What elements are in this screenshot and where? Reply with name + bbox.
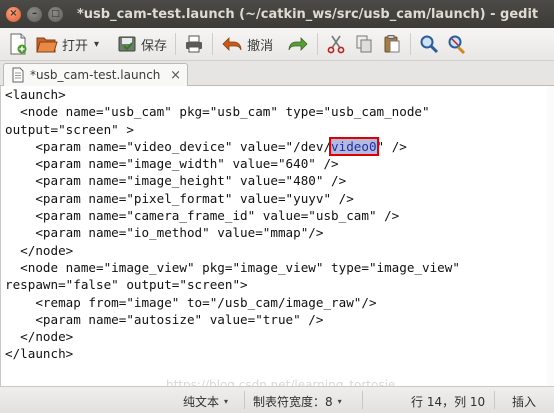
toolbar-separator [175, 33, 177, 55]
text-editor[interactable]: <launch> <node name="usb_cam" pkg="usb_c… [0, 86, 554, 386]
code-line: respawn="false" output="screen"> [5, 277, 248, 293]
window-close-button[interactable]: × [6, 6, 21, 22]
save-button[interactable]: 保存 [113, 30, 171, 58]
code-line: </node> [5, 329, 74, 345]
save-icon [118, 36, 136, 52]
code-line: <param name="camera_frame_id" value="usb… [5, 208, 400, 224]
code-line: <param name="pixel_format" value="yuyv" … [5, 190, 354, 206]
window-minimize-button[interactable]: – [27, 6, 42, 22]
insert-mode-label: 插入 [512, 395, 537, 409]
new-document-button[interactable] [4, 30, 32, 58]
window-maximize-button[interactable]: □ [48, 6, 63, 22]
save-label: 保存 [141, 38, 168, 54]
code-line-text: " /> [376, 138, 407, 154]
chevron-down-icon: ▾ [224, 397, 229, 406]
code-line: </launch> [5, 346, 74, 362]
toolbar-separator [410, 33, 412, 55]
language-label: 纯文本 [183, 395, 220, 409]
chevron-down-icon: ▾ [94, 38, 100, 50]
new-document-icon [10, 33, 27, 55]
status-separator [244, 391, 245, 409]
watermark: https://blog.csdn.net/learning_tortosie [166, 378, 396, 386]
undo-button[interactable]: 撤消 [217, 30, 277, 58]
status-separator [494, 391, 495, 409]
cut-button[interactable] [322, 30, 350, 58]
find-replace-icon [448, 35, 466, 54]
search-button[interactable] [415, 30, 443, 58]
code-line: <param name="video_device" value="/dev/v… [5, 136, 460, 156]
copy-icon [356, 35, 372, 53]
code-line: <param name="image_width" value="640" /> [5, 156, 339, 172]
tab-close-icon[interactable]: × [170, 68, 181, 83]
toolbar-separator [212, 33, 214, 55]
code-line: <remap from="image" to="/usb_cam/image_r… [5, 294, 377, 310]
replace-button[interactable] [443, 30, 471, 58]
code-line: <node name="usb_cam" pkg="usb_cam" type=… [5, 104, 430, 120]
redo-button[interactable] [283, 30, 313, 58]
code-line: </node> [5, 242, 74, 258]
cursor-position: 行 14，列 10 [411, 393, 485, 410]
code-line: <launch> [5, 87, 66, 102]
folder-open-icon [36, 37, 58, 53]
tab-bar: *usb_cam-test.launch × [0, 61, 554, 86]
selected-text-highlight: video0 [329, 136, 379, 156]
title-bar: × – □ *usb_cam-test.launch (~/catkin_ws/… [0, 0, 554, 28]
code-line-text: <param name="video_device" value="/dev/ [5, 138, 332, 154]
copy-button[interactable] [350, 30, 378, 58]
window-title: *usb_cam-test.launch (~/catkin_ws/src/us… [77, 6, 539, 22]
print-button[interactable] [180, 30, 208, 58]
maximize-icon: □ [51, 8, 60, 19]
language-selector[interactable]: 纯文本 ▾ [183, 393, 228, 410]
scissors-icon [327, 35, 345, 54]
code-line: output="screen" > [5, 121, 134, 137]
paste-icon [384, 35, 400, 53]
close-icon: × [9, 8, 18, 19]
tab-width-label: 制表符宽度：8 [253, 395, 333, 409]
status-separator [362, 391, 363, 409]
open-button[interactable]: 打开 ▾ [32, 30, 103, 58]
search-icon [420, 35, 439, 54]
code-line: <node name="image_view" pkg="image_view"… [5, 259, 460, 275]
insert-mode-indicator: 插入 [512, 393, 536, 410]
code-line: <param name="image_height" value="480" /… [5, 173, 347, 189]
code-line: <param name="autosize" value="true" /> [5, 311, 324, 327]
vertical-scrollbar[interactable] [547, 86, 554, 386]
undo-label: 撤消 [247, 38, 274, 54]
status-bar: 纯文本 ▾ 制表符宽度：8 ▾ 行 14，列 10 插入 [0, 386, 554, 413]
editor-lines: <launch> <node name="usb_cam" pkg="usb_c… [5, 86, 460, 363]
redo-arrow-icon [288, 37, 308, 51]
code-line: <param name="io_method" value="mmap"/> [5, 225, 324, 241]
tab-usb-cam-test-launch[interactable]: *usb_cam-test.launch × [3, 63, 188, 86]
minimize-icon: – [32, 8, 37, 19]
toolbar: 打开 ▾ 保存 撤消 [0, 28, 554, 61]
paste-button[interactable] [378, 30, 406, 58]
open-label: 打开 [62, 38, 89, 54]
tab-width-selector[interactable]: 制表符宽度：8 ▾ [253, 393, 342, 410]
toolbar-separator [317, 33, 319, 55]
tab-label: *usb_cam-test.launch [30, 68, 161, 82]
chevron-down-icon: ▾ [337, 397, 342, 406]
document-icon [12, 67, 24, 83]
cursor-position-label: 行 14，列 10 [411, 395, 486, 409]
printer-icon [186, 35, 203, 53]
undo-arrow-icon [222, 37, 242, 51]
